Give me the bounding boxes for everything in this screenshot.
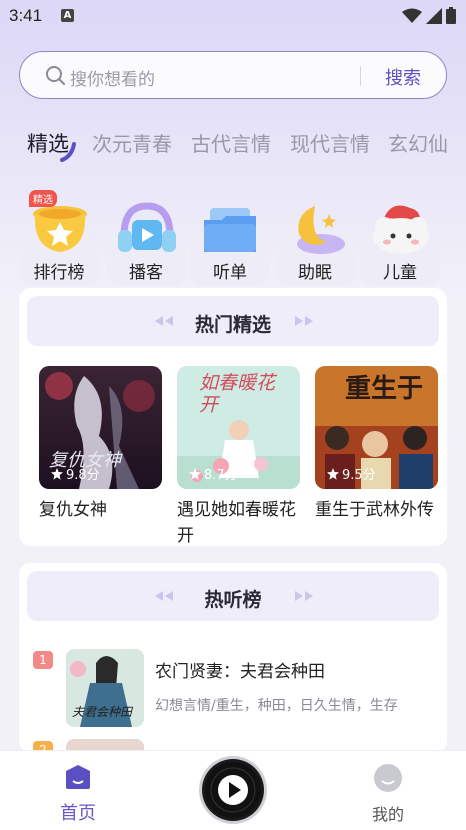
status-time: 3:41 [9, 6, 43, 25]
quick-link-children[interactable]: 儿童 [360, 190, 440, 286]
bottom-nav: 首页 我的 [0, 750, 466, 830]
player-button[interactable] [202, 759, 264, 821]
book-score: 9.8分 [51, 464, 100, 483]
rank-number: 1 [33, 651, 53, 669]
rank-cover: 夫君会种田 [66, 649, 144, 727]
trophy-icon [33, 206, 87, 252]
star-icon [189, 467, 201, 480]
book-title: 遇见她如春暖花开 [177, 500, 296, 546]
battery-icon [446, 7, 456, 24]
cover-text: 如春暖花开 [199, 372, 276, 416]
right-arrows-icon [295, 316, 313, 326]
quick-link-sleep[interactable]: 助眠 [275, 190, 355, 286]
book-score-value: 9.5分 [342, 468, 376, 483]
search-input[interactable]: 搜你想看的 [70, 65, 155, 90]
wifi-icon [402, 8, 422, 23]
signal-icon [426, 7, 442, 24]
quick-link-label: 播客 [129, 263, 163, 283]
featured-badge: 精选 [29, 190, 57, 207]
quick-link-podcast[interactable]: 播客 [106, 190, 186, 286]
section-title: 热门精选 [194, 314, 271, 336]
rank-tags: 幻想言情/重生，种田，日久生情，生存 [155, 698, 398, 714]
status-icons [402, 7, 456, 24]
search-button[interactable]: 搜索 [385, 64, 421, 90]
nav-home[interactable]: 首页 [50, 761, 106, 824]
book-score: 8.7分 [189, 464, 238, 483]
folder-icon [204, 208, 256, 252]
status-bar: 3:41 A [0, 0, 466, 32]
headphones-icon [118, 202, 176, 252]
tab-fantasy[interactable]: 玄幻仙 [388, 128, 448, 157]
nav-home-label: 首页 [60, 803, 96, 824]
section-header: 热听榜 [27, 571, 439, 621]
cover-text: 夫君会种田 [72, 705, 133, 719]
cover-text: 重生于 [345, 374, 424, 404]
moon-icon [297, 206, 345, 254]
quick-link-label: 儿童 [383, 263, 417, 283]
quick-link-playlist[interactable]: 听单 [190, 190, 270, 286]
quick-link-ranking[interactable]: 精选 排行榜 [19, 190, 99, 286]
profile-icon [374, 764, 402, 792]
search-divider [360, 66, 361, 86]
quick-link-label: 排行榜 [33, 263, 85, 283]
notification-icon: A [61, 9, 74, 22]
nav-mine-label: 我的 [371, 805, 404, 824]
cloud-face-icon [373, 205, 429, 254]
tab-modern-romance[interactable]: 现代言情 [290, 128, 370, 157]
tab-youth[interactable]: 次元青春 [92, 128, 172, 157]
home-icon [66, 765, 90, 789]
section-header: 热门精选 [27, 296, 439, 346]
quick-link-label: 助眠 [298, 263, 332, 283]
book-cover: 如春暖花开 8.7分 [177, 366, 300, 489]
search-icon [46, 66, 65, 85]
book-row: 复仇女神 9.8分 复仇女神 如春暖花开 8.7分 遇见她如春暖花开 重生于 9… [39, 366, 447, 546]
ranking-item[interactable]: 1 夫君会种田 农门贤妻：夫君会种田 幻想言情/重生，种田，日久生情，生存 [31, 649, 441, 729]
category-tabs: 精选 次元青春 古代言情 现代言情 玄幻仙 [0, 128, 466, 168]
book-title: 复仇女神 [39, 500, 107, 520]
book-score: 9.5分 [327, 464, 376, 483]
rank-title: 农门贤妻：夫君会种田 [155, 662, 325, 682]
book-score-value: 8.7分 [204, 468, 238, 483]
nav-mine[interactable]: 我的 [360, 761, 416, 824]
star-icon [327, 467, 339, 480]
ranking-section: 热听榜 1 夫君会种田 农门贤妻：夫君会种田 幻想言情/重生，种田，日久生情，生… [19, 563, 447, 753]
play-disc-icon [205, 762, 261, 818]
book-cover: 复仇女神 9.8分 [39, 366, 162, 489]
quick-link-label: 听单 [213, 263, 247, 283]
tab-active-indicator [60, 142, 76, 162]
book-title: 重生于武林外传 [315, 500, 434, 520]
right-arrows-icon [295, 591, 313, 601]
tab-ancient-romance[interactable]: 古代言情 [191, 128, 271, 157]
quick-links: 精选 排行榜 播客 听单 助眠 儿童 [19, 190, 466, 286]
featured-section: 热门精选 复仇女神 9.8分 复仇女神 如春暖花开 8.7分 遇见她如春暖花开 … [19, 288, 447, 546]
search-bar[interactable]: 搜你想看的 搜索 [19, 51, 447, 99]
book-cover: 重生于 9.5分 [315, 366, 438, 489]
book-score-value: 9.8分 [66, 468, 100, 483]
star-icon [51, 467, 63, 480]
section-title: 热听榜 [204, 589, 262, 611]
